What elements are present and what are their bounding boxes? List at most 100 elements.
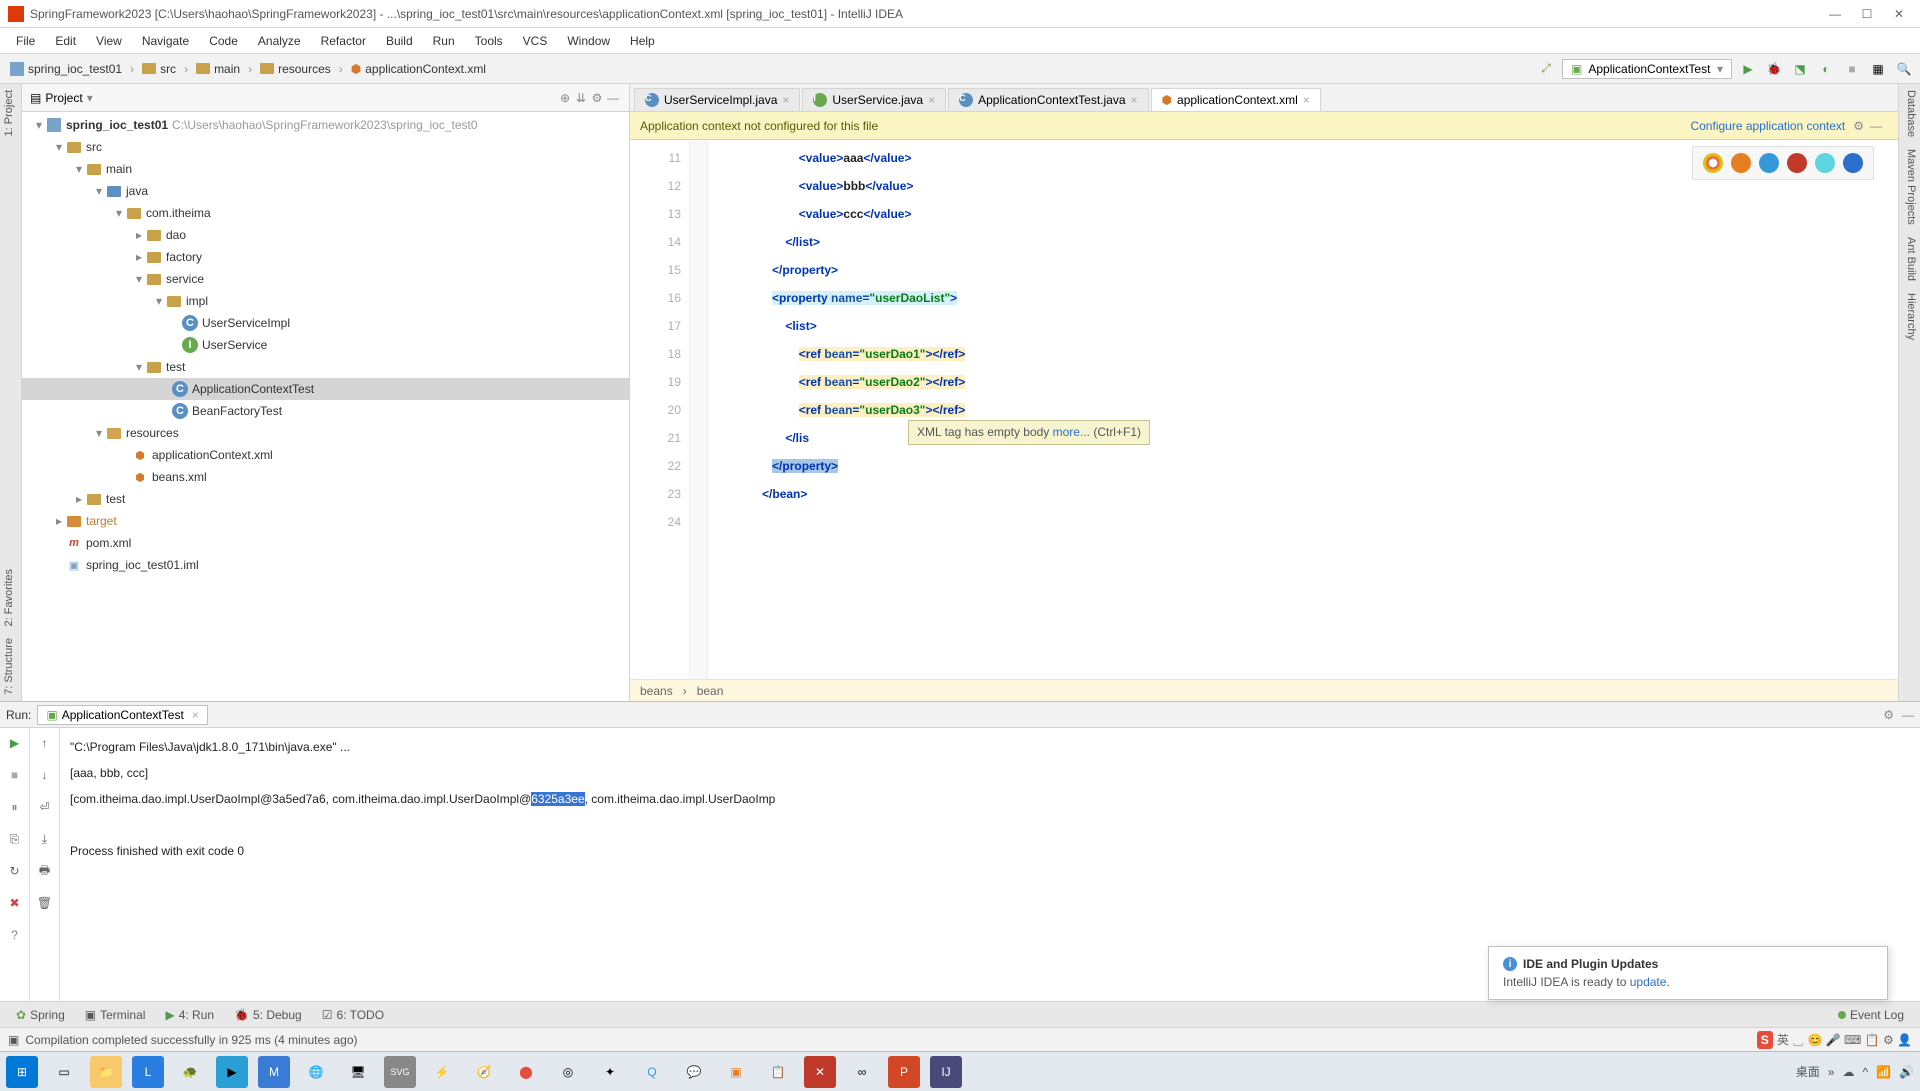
close-icon[interactable]: × (1131, 93, 1138, 107)
dump-icon[interactable]: ⎘ (6, 830, 24, 848)
profile-button[interactable]: ◐ (1816, 59, 1836, 79)
app-icon-11[interactable]: ✦ (594, 1056, 626, 1088)
tree-userserviceimpl[interactable]: CUserServiceImpl (22, 312, 629, 334)
start-button[interactable]: ⊞ (6, 1056, 38, 1088)
bc-bean[interactable]: bean (697, 684, 724, 698)
hide-icon[interactable]: — (1902, 708, 1914, 722)
editor[interactable]: 1112131415161718192021222324 <value>aaa<… (630, 140, 1898, 679)
stripe-hierarchy[interactable]: Hierarchy (1899, 287, 1920, 346)
project-structure-icon[interactable]: ▦ (1868, 59, 1888, 79)
app-icon-14[interactable]: 📋 (762, 1056, 794, 1088)
tab-userservice[interactable]: IUserService.java× (802, 88, 946, 111)
event-log[interactable]: Event Log (1828, 1005, 1914, 1025)
menu-navigate[interactable]: Navigate (132, 31, 199, 51)
tree-appcontext-xml[interactable]: ⬢applicationContext.xml (22, 444, 629, 466)
down-icon[interactable]: ↓ (36, 766, 54, 784)
intellij-icon[interactable]: IJ (930, 1056, 962, 1088)
menu-view[interactable]: View (86, 31, 132, 51)
app-icon-15[interactable]: ✕ (804, 1056, 836, 1088)
btab-terminal[interactable]: ▣Terminal (75, 1005, 156, 1025)
crumb-src[interactable]: src (138, 60, 180, 78)
gear-icon[interactable]: ⚙ (1883, 708, 1894, 722)
tooltip-more-link[interactable]: more... (1053, 425, 1090, 439)
stop-icon[interactable]: ■ (6, 766, 24, 784)
btab-run[interactable]: ▶4: Run (155, 1005, 224, 1025)
pause-icon[interactable]: ⏸ (6, 798, 24, 816)
clear-icon[interactable]: 🗑 (36, 894, 54, 912)
close-icon[interactable]: × (928, 93, 935, 107)
coverage-button[interactable]: ⬔ (1790, 59, 1810, 79)
tree-test-folder[interactable]: ▸test (22, 488, 629, 510)
minimize-button[interactable]: — (1828, 7, 1842, 21)
close-icon[interactable]: ✖ (6, 894, 24, 912)
scroll-from-source-icon[interactable]: ⊕ (557, 91, 573, 105)
menu-tools[interactable]: Tools (465, 31, 513, 51)
hide-panel-icon[interactable]: — (605, 91, 621, 105)
btab-todo[interactable]: ☑6: TODO (312, 1005, 394, 1025)
stripe-favorites[interactable]: 2: Favorites (0, 563, 21, 632)
gear-icon[interactable]: ⚙ (589, 91, 605, 105)
menu-run[interactable]: Run (423, 31, 465, 51)
menu-file[interactable]: File (6, 31, 45, 51)
tray-chevron-icon[interactable]: ^ (1862, 1065, 1868, 1079)
maximize-button[interactable]: ☐ (1860, 7, 1874, 21)
app-icon-5[interactable]: 🖥 (342, 1056, 374, 1088)
tree-pom[interactable]: mpom.xml (22, 532, 629, 554)
tab-applicationcontext-xml[interactable]: ⬢applicationContext.xml× (1151, 88, 1321, 111)
debug-button[interactable]: 🐞 (1764, 59, 1784, 79)
print-icon[interactable]: 🖶 (36, 862, 54, 880)
app-icon-1[interactable]: L (132, 1056, 164, 1088)
tray-desktop[interactable]: 桌面 (1796, 1063, 1820, 1080)
tree-userservice[interactable]: IUserService (22, 334, 629, 356)
tree-main[interactable]: ▾main (22, 158, 629, 180)
tree-package[interactable]: ▾com.itheima (22, 202, 629, 224)
app-icon-12[interactable]: Q (636, 1056, 668, 1088)
stripe-project[interactable]: 1: Project (0, 84, 21, 142)
tray-cloud-icon[interactable]: ☁ (1842, 1065, 1854, 1079)
tree-java[interactable]: ▾java (22, 180, 629, 202)
tab-userserviceimpl[interactable]: CUserServiceImpl.java× (634, 88, 800, 111)
tree-factory[interactable]: ▸factory (22, 246, 629, 268)
app-icon-9[interactable]: ⬤ (510, 1056, 542, 1088)
btab-debug[interactable]: 🐞5: Debug (224, 1005, 312, 1025)
app-icon-6[interactable]: SVG (384, 1056, 416, 1088)
close-icon[interactable]: × (782, 93, 789, 107)
app-icon-2[interactable]: 🐢 (174, 1056, 206, 1088)
gear-icon[interactable]: ⚙ (1853, 119, 1864, 133)
close-button[interactable]: ✕ (1892, 7, 1906, 21)
tree-dao[interactable]: ▸dao (22, 224, 629, 246)
stop-button[interactable]: ■ (1842, 59, 1862, 79)
menu-edit[interactable]: Edit (45, 31, 86, 51)
wrap-icon[interactable]: ⏎ (36, 798, 54, 816)
menu-build[interactable]: Build (376, 31, 423, 51)
run-config-selector[interactable]: ▣ ApplicationContextTest ▾ (1562, 59, 1732, 79)
tray-volume-icon[interactable]: 🔊 (1899, 1065, 1914, 1079)
menu-code[interactable]: Code (199, 31, 248, 51)
tree-root[interactable]: ▾spring_ioc_test01C:\Users\haohao\Spring… (22, 114, 629, 136)
stripe-database[interactable]: Database (1899, 84, 1920, 143)
menu-refactor[interactable]: Refactor (311, 31, 376, 51)
tree-applicationcontexttest[interactable]: CApplicationContextTest (22, 378, 629, 400)
stripe-structure[interactable]: 7: Structure (0, 632, 21, 701)
task-view-icon[interactable]: ▭ (48, 1056, 80, 1088)
code-area[interactable]: <value>aaa</value> <value>bbb</value> <v… (708, 140, 1898, 679)
stripe-ant[interactable]: Ant Build (1899, 231, 1920, 287)
crumb-file[interactable]: ⬢applicationContext.xml (347, 60, 490, 78)
chrome-icon[interactable]: 🌐 (300, 1056, 332, 1088)
collapse-all-icon[interactable]: ⇊ (573, 91, 589, 105)
restore-icon[interactable]: ↻ (6, 862, 24, 880)
tool-windows-icon[interactable]: ▣ (8, 1033, 19, 1047)
help-icon[interactable]: ? (6, 926, 24, 944)
stripe-maven[interactable]: Maven Projects (1899, 143, 1920, 231)
crumb-main[interactable]: main (192, 60, 244, 78)
fold-column[interactable] (690, 140, 708, 679)
menu-analyze[interactable]: Analyze (248, 31, 311, 51)
chrome-icon[interactable] (1703, 153, 1723, 173)
build-icon[interactable]: ⤢ (1536, 59, 1556, 79)
opera-icon[interactable] (1787, 153, 1807, 173)
project-tree[interactable]: ▾spring_ioc_test01C:\Users\haohao\Spring… (22, 112, 629, 701)
hide-icon[interactable]: — (1870, 119, 1882, 133)
tree-src[interactable]: ▾src (22, 136, 629, 158)
menu-vcs[interactable]: VCS (513, 31, 558, 51)
close-icon[interactable]: × (192, 708, 199, 722)
